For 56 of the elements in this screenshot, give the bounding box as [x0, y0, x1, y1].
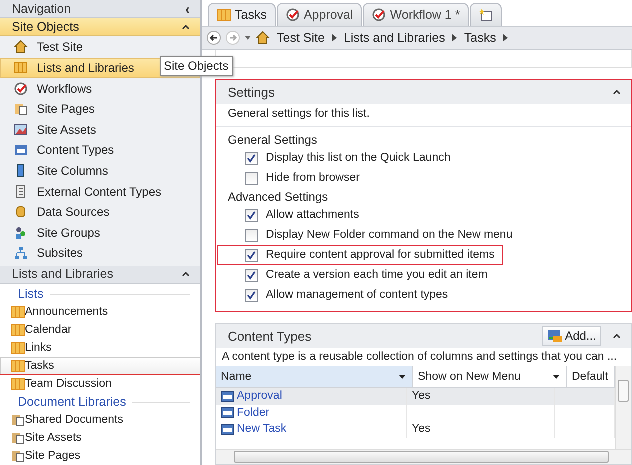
site-object-item[interactable]: Data Sources	[0, 202, 200, 222]
tooltip: Site Objects	[160, 56, 233, 76]
site-object-item[interactable]: Site Groups	[0, 222, 200, 243]
table-row[interactable]: New Task Yes	[216, 421, 616, 438]
breadcrumb-link[interactable]: Tasks	[462, 31, 498, 46]
checkbox-label: Allow management of content types	[266, 289, 448, 301]
list-item[interactable]: Calendar	[0, 321, 200, 339]
section-heading: General Settings	[228, 132, 318, 148]
table-row[interactable]: Approval Yes	[216, 388, 616, 404]
navigation-title: Navigation	[12, 2, 72, 16]
table-cell[interactable]: Folder	[237, 406, 270, 419]
group-heading: Document Libraries	[18, 395, 126, 409]
checkbox-label: Display this list on the Quick Launch	[266, 152, 451, 164]
group-heading: Lists	[18, 287, 44, 301]
checkbox-label: Create a version each time you edit an item	[266, 269, 488, 281]
site-object-item[interactable]: External Content Types	[0, 181, 200, 202]
document-tab[interactable]: Tasks	[208, 3, 276, 26]
site-object-item[interactable]: Test Site	[0, 37, 200, 58]
list-item[interactable]: Team Discussion	[0, 375, 200, 393]
column-header[interactable]: Name	[216, 366, 413, 387]
section-heading: Advanced Settings	[228, 188, 330, 205]
checkbox-label: Require content approval for submitted items	[266, 249, 495, 261]
list-item[interactable]: Site Pages	[0, 447, 200, 465]
panel-title: Content Types	[228, 328, 312, 344]
document-tab[interactable]: Approval	[276, 3, 362, 26]
collapse-button[interactable]: ‹	[185, 0, 190, 17]
site-object-item[interactable]: Site Columns	[0, 160, 200, 182]
table-cell: Yes	[412, 390, 431, 402]
table-row[interactable]: Folder	[216, 404, 616, 421]
table-cell: Yes	[412, 423, 431, 436]
panel-title: Settings	[228, 84, 275, 100]
site-objects-title: Site Objects	[12, 20, 80, 34]
list-item[interactable]: Shared Documents	[0, 411, 200, 429]
breadcrumb-link[interactable]: Lists and Libraries	[342, 31, 448, 46]
site-objects-header[interactable]: Site Objects	[0, 18, 200, 36]
site-object-item[interactable]: Content Types	[0, 140, 200, 161]
document-tab[interactable]: Workflow 1 *	[363, 3, 470, 26]
list-item[interactable]: Site Assets	[0, 429, 200, 447]
checkbox-label: Display New Folder command on the New menu	[266, 229, 513, 241]
checkbox-label: Allow attachments	[266, 209, 360, 221]
list-item[interactable]: Tasks	[0, 357, 200, 375]
checkbox-label: Hide from browser	[266, 172, 360, 184]
column-header[interactable]: Show on New Menu	[413, 366, 567, 387]
list-item[interactable]: Announcements	[0, 303, 200, 321]
table-cell[interactable]: New Task	[237, 423, 287, 436]
lists-and-libraries-header[interactable]: Lists and Libraries	[0, 266, 200, 284]
site-object-item[interactable]: Site Pages	[0, 98, 200, 120]
panel-description: General settings for this list.	[216, 104, 632, 127]
add-button[interactable]: Add...	[542, 326, 602, 346]
site-object-item[interactable]: Site Assets	[0, 119, 200, 140]
list-item[interactable]: Links	[0, 339, 200, 357]
table-cell[interactable]: Approval	[237, 390, 282, 402]
breadcrumb-link[interactable]: Test Site	[275, 31, 327, 46]
site-object-item[interactable]: Workflows	[0, 78, 200, 99]
site-object-item[interactable]: Subsites	[0, 243, 200, 264]
lists-and-libraries-title: Lists and Libraries	[12, 267, 114, 282]
